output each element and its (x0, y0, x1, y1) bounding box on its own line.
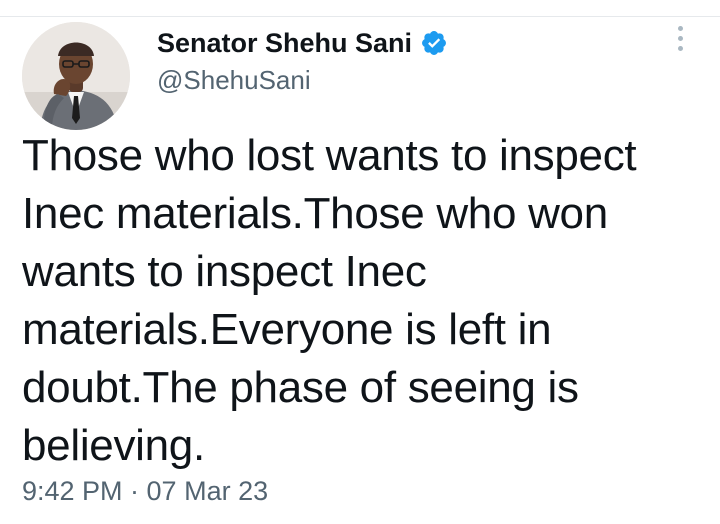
avatar[interactable] (22, 22, 130, 130)
menu-dot (677, 46, 683, 51)
menu-dot (677, 36, 683, 41)
tweet-timestamp[interactable]: 9:42 PM · 07 Mar 23 (22, 474, 268, 508)
author-name-row: Senator Shehu Sani (157, 26, 637, 60)
avatar-photo (22, 22, 130, 130)
more-vertical-icon[interactable] (669, 26, 691, 56)
menu-dot (677, 26, 683, 31)
tweet-text: Those who lost wants to inspect Inec mat… (22, 131, 637, 470)
author-block: Senator Shehu Sani @ShehuSani (157, 26, 637, 96)
author-handle[interactable]: @ShehuSani (157, 64, 637, 96)
verified-badge-icon (422, 31, 447, 55)
author-display-name[interactable]: Senator Shehu Sani (157, 26, 412, 60)
tweet-card: Senator Shehu Sani @ShehuSani Those who … (0, 0, 720, 524)
